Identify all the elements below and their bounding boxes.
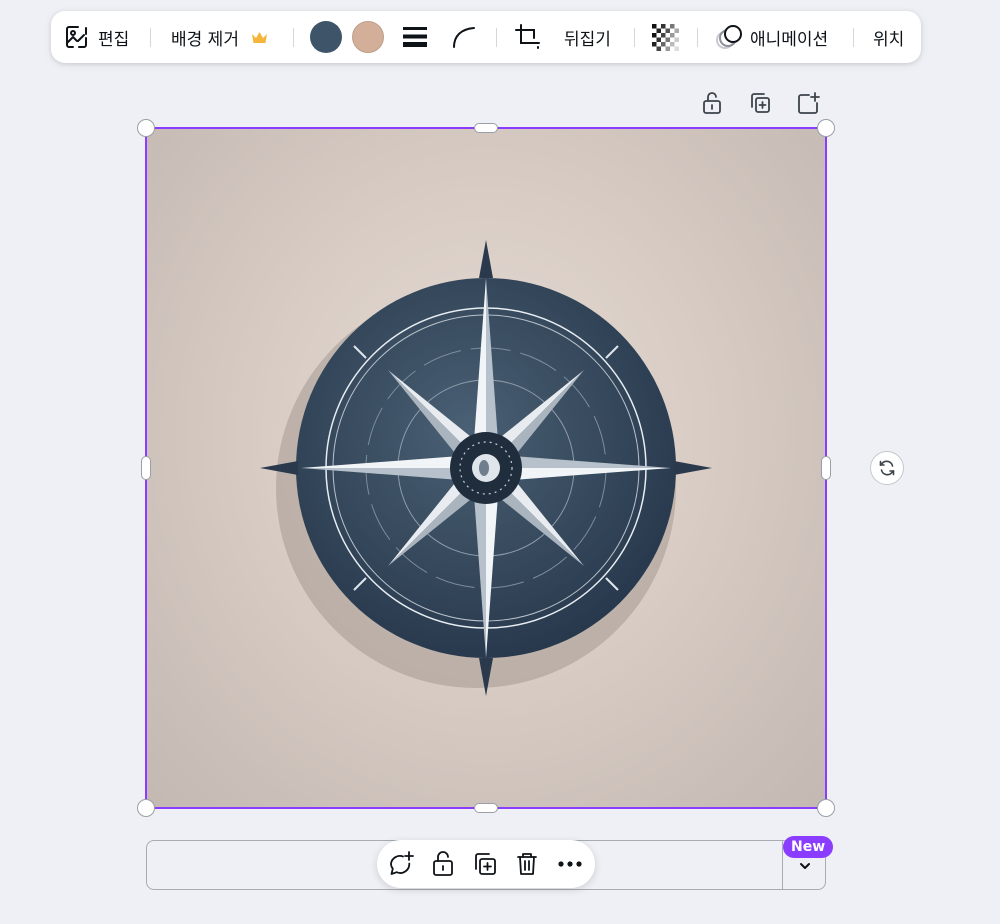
- border-style-button[interactable]: [402, 11, 428, 63]
- line-weight-icon: [403, 27, 427, 47]
- floating-action-bar: [377, 840, 595, 888]
- corner-rounding-button[interactable]: [451, 11, 477, 63]
- color-swatch-dark[interactable]: [310, 21, 342, 53]
- flip-label: 뒤집기: [564, 29, 611, 50]
- animate-button[interactable]: 애니메이션: [715, 11, 828, 63]
- add-comment-button[interactable]: [386, 849, 416, 879]
- duplicate-icon: [751, 93, 770, 113]
- delete-element-button[interactable]: [512, 849, 542, 879]
- crown-icon: [251, 31, 267, 43]
- position-button[interactable]: 위치: [873, 11, 904, 63]
- toolbar-divider: [496, 28, 497, 47]
- resize-handle-bottom[interactable]: [474, 803, 498, 813]
- expand-notes-button[interactable]: [795, 855, 815, 875]
- duplicate-element-button[interactable]: [470, 849, 500, 879]
- toolbar-divider: [853, 28, 854, 47]
- resize-handle-right[interactable]: [821, 456, 831, 480]
- position-label: 위치: [873, 29, 905, 50]
- crop-button[interactable]: [514, 11, 542, 63]
- resize-handle-bottom-left[interactable]: [137, 799, 155, 817]
- lock-icon: [703, 92, 721, 114]
- transparency-button[interactable]: [652, 11, 679, 63]
- comment-add-icon: [390, 851, 414, 875]
- edit-label: 편집: [98, 29, 130, 50]
- canvas-image[interactable]: [146, 128, 826, 808]
- toolbar-divider: [697, 28, 698, 47]
- resize-handle-top[interactable]: [474, 123, 498, 133]
- toolbar-divider: [293, 28, 294, 47]
- corner-curve-icon: [453, 27, 475, 48]
- duplicate-page-button[interactable]: [746, 89, 774, 117]
- resize-handle-top-left[interactable]: [137, 119, 155, 137]
- animation-circles-icon: [716, 25, 742, 49]
- compass-rose-image: [260, 240, 712, 696]
- flip-button[interactable]: 뒤집기: [564, 11, 611, 63]
- bg-remove-button[interactable]: 배경 제거: [171, 11, 268, 63]
- duplicate-icon: [475, 853, 496, 875]
- new-badge: New: [783, 836, 834, 858]
- resize-handle-top-right[interactable]: [817, 119, 835, 137]
- trash-icon: [517, 853, 537, 875]
- chevron-down-icon: [800, 863, 810, 869]
- rotate-button[interactable]: [870, 451, 904, 485]
- edit-button[interactable]: 편집: [64, 11, 129, 63]
- resize-handle-bottom-right[interactable]: [817, 799, 835, 817]
- add-page-icon: [798, 92, 820, 114]
- context-toolbar: 편집 배경 제거 뒤집기 애니메이션 위치: [51, 11, 921, 63]
- resize-handle-left[interactable]: [141, 456, 151, 480]
- animate-label: 애니메이션: [750, 29, 829, 50]
- add-page-button[interactable]: [794, 89, 822, 117]
- bg-remove-label: 배경 제거: [171, 29, 239, 50]
- image-edit-icon: [66, 26, 87, 48]
- lock-page-button[interactable]: [698, 89, 726, 117]
- color-swatch-beige[interactable]: [352, 21, 384, 53]
- lock-element-button[interactable]: [428, 849, 458, 879]
- more-options-button[interactable]: [555, 849, 585, 879]
- more-icon: [558, 861, 582, 867]
- toolbar-divider: [150, 28, 151, 47]
- checkerboard-icon: [652, 23, 679, 51]
- toolbar-divider: [634, 28, 635, 47]
- rotate-icon: [879, 460, 895, 476]
- crop-icon: [515, 24, 540, 49]
- lock-icon: [433, 851, 453, 876]
